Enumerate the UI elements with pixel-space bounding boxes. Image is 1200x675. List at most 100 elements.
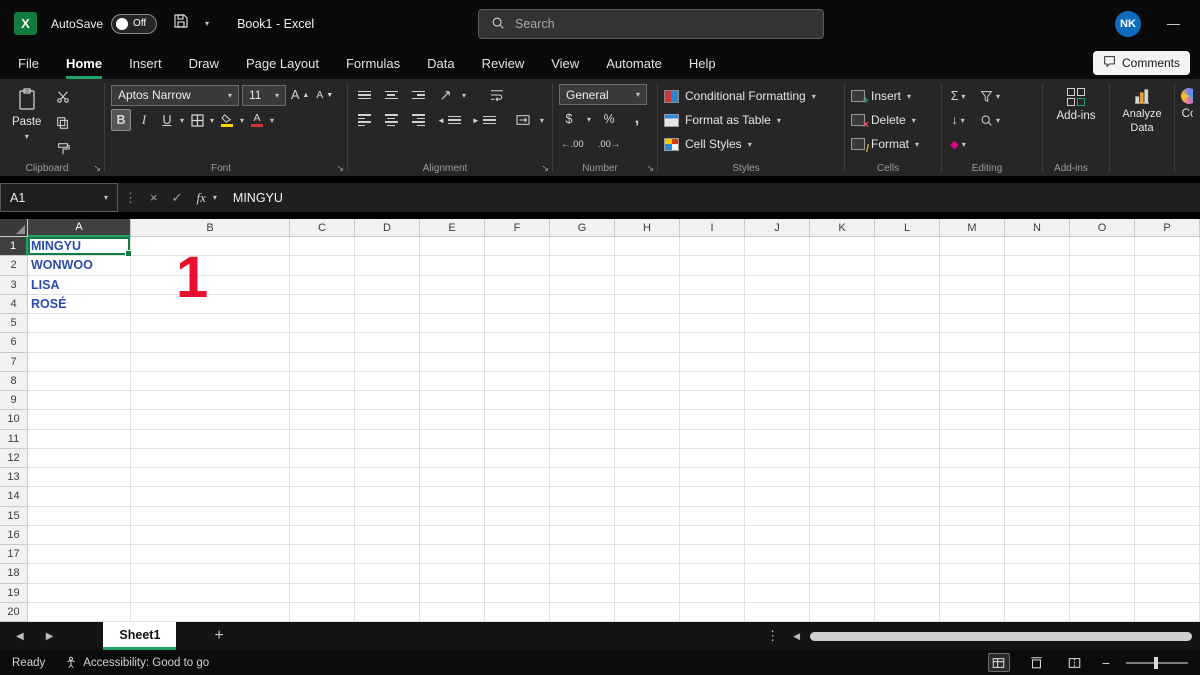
cell-I4[interactable] <box>680 294 745 314</box>
cell-C13[interactable] <box>290 468 355 488</box>
cell-A16[interactable] <box>28 525 131 545</box>
cell-A10[interactable] <box>28 410 131 430</box>
cell-L4[interactable] <box>875 294 940 314</box>
cell-L3[interactable] <box>875 275 940 295</box>
cell-E6[interactable] <box>420 333 485 353</box>
cell-C6[interactable] <box>290 333 355 353</box>
cell-F7[interactable] <box>485 352 550 372</box>
row-header-4[interactable]: 4 <box>0 294 28 314</box>
cell-C17[interactable] <box>290 545 355 565</box>
row-header-1[interactable]: 1 <box>0 237 28 257</box>
column-header-C[interactable]: C <box>290 219 355 237</box>
search-input[interactable]: Search <box>478 9 824 39</box>
row-header-11[interactable]: 11 <box>0 429 28 449</box>
cell-A17[interactable] <box>28 545 131 565</box>
cell-L9[interactable] <box>875 391 940 411</box>
cell-H8[interactable] <box>615 371 680 391</box>
cell-P17[interactable] <box>1135 545 1200 565</box>
cell-M12[interactable] <box>940 448 1005 468</box>
row-header-14[interactable]: 14 <box>0 487 28 507</box>
cell-O16[interactable] <box>1070 525 1135 545</box>
copilot-button[interactable]: Co <box>1181 84 1193 124</box>
cell-I17[interactable] <box>680 545 745 565</box>
cells-delete-button[interactable]: × Delete ▾ <box>851 108 935 132</box>
cell-H13[interactable] <box>615 468 680 488</box>
cell-E4[interactable] <box>420 294 485 314</box>
autosave-toggle[interactable]: Off <box>111 13 158 34</box>
cell-J15[interactable] <box>745 506 810 526</box>
cell-E10[interactable] <box>420 410 485 430</box>
cell-O6[interactable] <box>1070 333 1135 353</box>
autosum-icon[interactable]: Σ ▾ <box>948 85 968 107</box>
cell-M8[interactable] <box>940 371 1005 391</box>
cell-N5[interactable] <box>1005 314 1070 334</box>
sheet-tab-active[interactable]: Sheet1 <box>103 622 177 650</box>
cell-M3[interactable] <box>940 275 1005 295</box>
cell-B19[interactable] <box>131 583 290 603</box>
cell-K1[interactable] <box>810 237 875 257</box>
cell-M19[interactable] <box>940 583 1005 603</box>
cell-P14[interactable] <box>1135 487 1200 507</box>
cell-F15[interactable] <box>485 506 550 526</box>
cell-C20[interactable] <box>290 602 355 622</box>
cell-F2[interactable] <box>485 256 550 276</box>
cell-N6[interactable] <box>1005 333 1070 353</box>
cell-G8[interactable] <box>550 371 615 391</box>
cell-F20[interactable] <box>485 602 550 622</box>
menu-home[interactable]: Home <box>65 56 103 79</box>
formula-content[interactable]: MINGYU <box>233 191 283 205</box>
cell-P12[interactable] <box>1135 448 1200 468</box>
cell-J10[interactable] <box>745 410 810 430</box>
cell-M15[interactable] <box>940 506 1005 526</box>
cell-F3[interactable] <box>485 275 550 295</box>
cell-F6[interactable] <box>485 333 550 353</box>
cell-O4[interactable] <box>1070 294 1135 314</box>
cell-A6[interactable] <box>28 333 131 353</box>
cell-A1[interactable]: MINGYU <box>28 237 132 258</box>
row-header-16[interactable]: 16 <box>0 525 28 545</box>
cell-G16[interactable] <box>550 525 615 545</box>
cell-B20[interactable] <box>131 602 290 622</box>
cell-A8[interactable] <box>28 371 131 391</box>
menu-view[interactable]: View <box>551 56 579 79</box>
column-header-E[interactable]: E <box>420 219 485 237</box>
cell-D18[interactable] <box>355 564 420 584</box>
cell-A12[interactable] <box>28 448 131 468</box>
cell-N1[interactable] <box>1005 237 1070 257</box>
cell-E9[interactable] <box>420 391 485 411</box>
cell-K8[interactable] <box>810 371 875 391</box>
cell-A14[interactable] <box>28 487 131 507</box>
cell-A4[interactable]: ROSÉ <box>28 294 131 314</box>
cell-M9[interactable] <box>940 391 1005 411</box>
increase-font-size-icon[interactable]: A ▲ <box>289 84 311 106</box>
cell-G1[interactable] <box>550 237 615 257</box>
column-header-K[interactable]: K <box>810 219 875 237</box>
cell-K13[interactable] <box>810 468 875 488</box>
cell-C7[interactable] <box>290 352 355 372</box>
cell-J3[interactable] <box>745 275 810 295</box>
cell-F13[interactable] <box>485 468 550 488</box>
cell-N16[interactable] <box>1005 525 1070 545</box>
comma-style-icon[interactable]: , <box>627 108 647 130</box>
cut-icon[interactable] <box>53 86 73 108</box>
align-bottom-icon[interactable] <box>408 84 428 106</box>
menu-draw[interactable]: Draw <box>189 56 219 79</box>
cell-I10[interactable] <box>680 410 745 430</box>
row-header-18[interactable]: 18 <box>0 564 28 584</box>
menu-automate[interactable]: Automate <box>606 56 662 79</box>
cell-D7[interactable] <box>355 352 420 372</box>
cell-J14[interactable] <box>745 487 810 507</box>
row-header-17[interactable]: 17 <box>0 545 28 565</box>
cell-B7[interactable] <box>131 352 290 372</box>
cell-E17[interactable] <box>420 545 485 565</box>
cell-E12[interactable] <box>420 448 485 468</box>
cell-P18[interactable] <box>1135 564 1200 584</box>
cell-O5[interactable] <box>1070 314 1135 334</box>
cell-N10[interactable] <box>1005 410 1070 430</box>
fill-color-chevron-icon[interactable]: ▾ <box>240 116 244 125</box>
row-header-20[interactable]: 20 <box>0 602 28 622</box>
tab-scroll-left-icon[interactable]: ◀ <box>16 631 24 642</box>
cell-C19[interactable] <box>290 583 355 603</box>
cell-N17[interactable] <box>1005 545 1070 565</box>
cell-A11[interactable] <box>28 429 131 449</box>
